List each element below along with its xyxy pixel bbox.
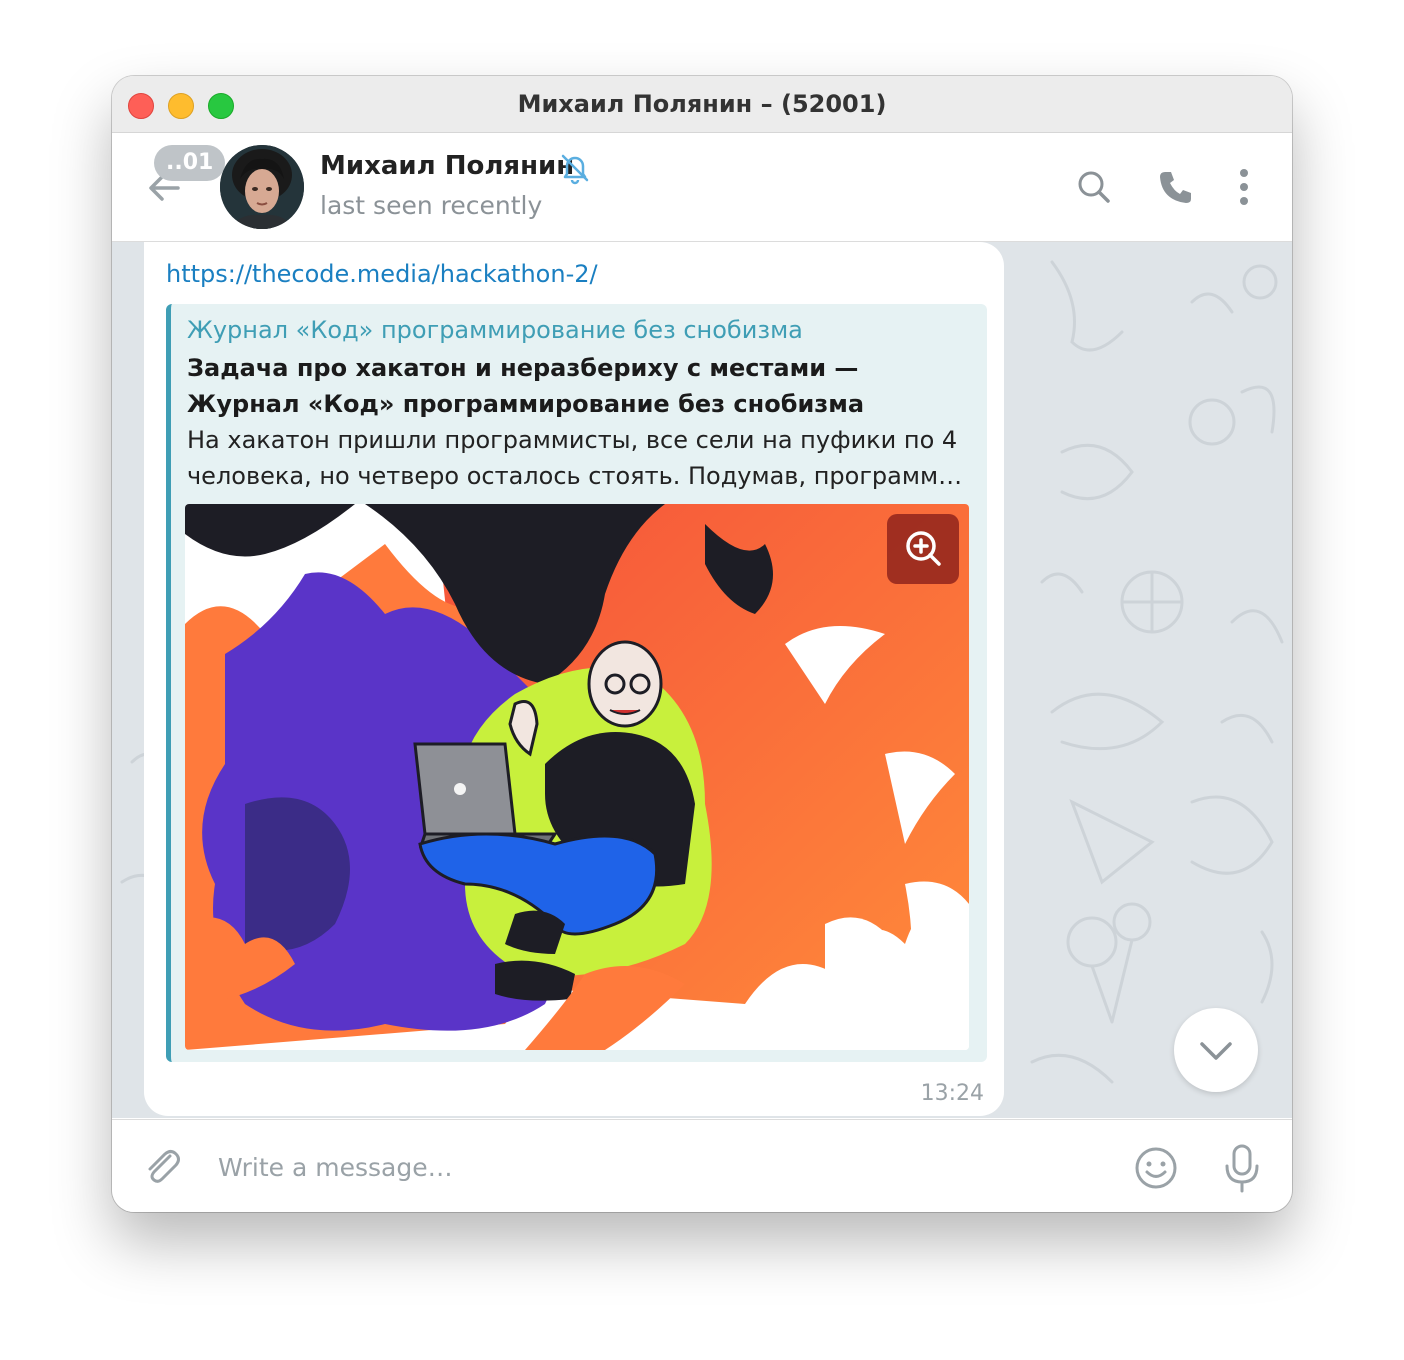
- app-window: Михаил Полянин – (52001) ..01 Михаил Пол…: [112, 76, 1292, 1212]
- preview-title: Задача про хакатон и неразбериху с места…: [187, 354, 865, 418]
- message-composer: [112, 1119, 1292, 1212]
- more-vertical-icon: [1240, 169, 1248, 205]
- window-title: Михаил Полянин – (52001): [517, 90, 887, 118]
- more-menu-button[interactable]: [1224, 167, 1264, 207]
- voice-message-button[interactable]: [1220, 1142, 1264, 1194]
- chat-history[interactable]: https://thecode.media/hackathon-2/ Журна…: [112, 242, 1292, 1118]
- attach-button[interactable]: [140, 1144, 184, 1188]
- muted-bell-icon: [558, 151, 592, 185]
- microphone-icon: [1225, 1144, 1259, 1193]
- phone-icon: [1160, 172, 1191, 203]
- message-input[interactable]: [216, 1142, 1100, 1192]
- zoom-image-button[interactable]: [887, 514, 959, 584]
- preview-description: На хакатон пришли программисты, все сели…: [187, 426, 963, 490]
- scroll-to-bottom-button[interactable]: [1174, 1008, 1258, 1092]
- call-button[interactable]: [1156, 167, 1196, 207]
- paperclip-icon: [148, 1150, 180, 1183]
- avatar[interactable]: [220, 145, 304, 229]
- chevron-down-icon: [1200, 1042, 1232, 1060]
- message-link[interactable]: https://thecode.media/hackathon-2/: [166, 260, 598, 288]
- title-bar: Михаил Полянин – (52001): [112, 76, 1292, 133]
- search-button[interactable]: [1074, 167, 1114, 207]
- message-bubble[interactable]: https://thecode.media/hackathon-2/ Журна…: [144, 242, 1004, 1116]
- contact-status: last seen recently: [320, 191, 543, 220]
- emoji-icon: [1135, 1147, 1177, 1189]
- message-time: 13:24: [920, 1081, 984, 1106]
- preview-image[interactable]: [185, 504, 969, 1050]
- emoji-button[interactable]: [1132, 1144, 1180, 1192]
- unread-count-badge: ..01: [154, 145, 226, 181]
- zoom-in-icon: [906, 531, 941, 566]
- preview-site-name: Журнал «Код» программирование без снобиз…: [187, 316, 803, 344]
- contact-name[interactable]: Михаил Полянин: [320, 151, 574, 181]
- chat-header: ..01 Михаил Полянин last seen recently: [112, 133, 1292, 242]
- link-preview[interactable]: Журнал «Код» программирование без снобиз…: [166, 304, 987, 1062]
- search-icon: [1078, 171, 1110, 203]
